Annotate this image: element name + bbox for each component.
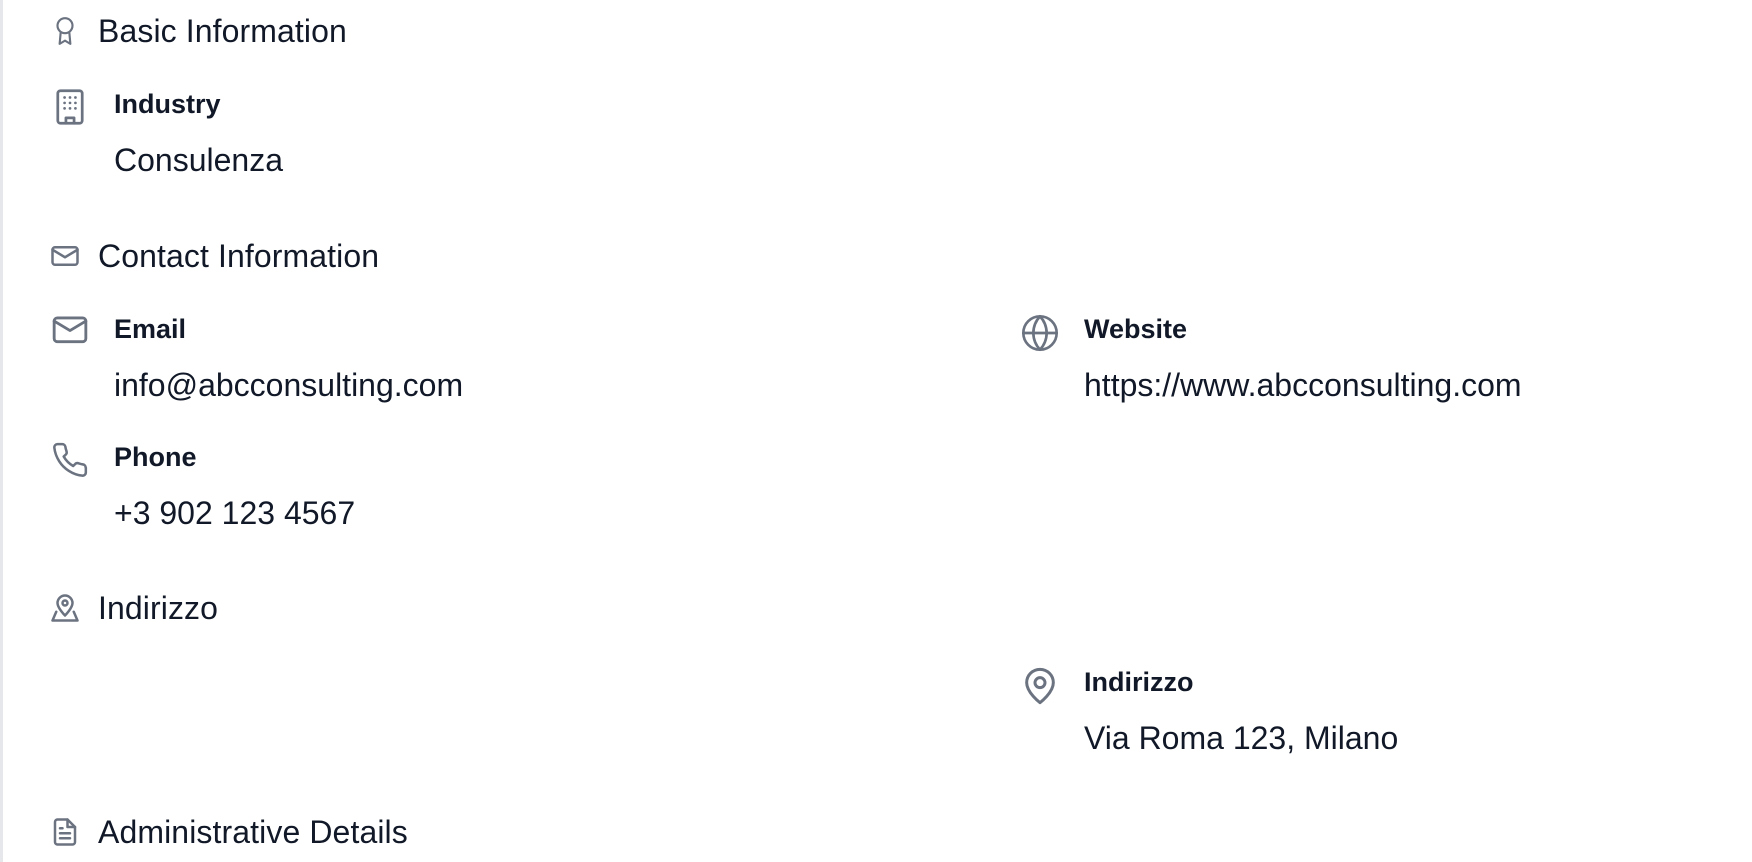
section-title: Administrative Details [98, 813, 408, 850]
website-label: Website [1084, 314, 1188, 344]
section-basic-information: Basic Information [50, 11, 347, 51]
address-label: Indirizzo [1084, 667, 1194, 697]
company-details-page: Basic Information Industry Consulenza Co… [0, 0, 1752, 862]
email-value[interactable]: info@abcconsulting.com [114, 365, 463, 405]
field-website: Website https://www.abcconsulting.com [1020, 313, 1522, 405]
section-title: Indirizzo [98, 589, 219, 626]
globe-icon [1020, 313, 1060, 353]
phone-label: Phone [114, 442, 197, 472]
map-pin-icon [1020, 666, 1060, 706]
award-icon [50, 16, 80, 46]
industry-value: Consulenza [114, 142, 283, 178]
industry-label: Industry [114, 89, 221, 119]
map-user-icon [50, 593, 80, 623]
field-address: Indirizzo Via Roma 123, Milano [1020, 666, 1398, 758]
section-address: Indirizzo [50, 588, 218, 628]
mail-icon [50, 241, 80, 271]
phone-value[interactable]: +3 902 123 4567 [114, 493, 355, 533]
section-administrative-details: Administrative Details [50, 812, 408, 852]
mail-icon [50, 313, 90, 353]
website-value[interactable]: https://www.abcconsulting.com [1084, 365, 1522, 405]
phone-icon [50, 441, 90, 481]
section-title: Basic Information [98, 12, 347, 49]
section-contact-information: Contact Information [50, 236, 379, 276]
section-title: Contact Information [98, 237, 380, 274]
field-email: Email info@abcconsulting.com [50, 313, 463, 405]
address-value: Via Roma 123, Milano [1084, 720, 1399, 756]
building-icon [50, 88, 90, 128]
file-text-icon [50, 817, 80, 847]
email-label: Email [114, 314, 187, 344]
left-divider [0, 0, 3, 862]
field-phone: Phone +3 902 123 4567 [50, 441, 355, 533]
field-industry: Industry Consulenza [50, 88, 283, 180]
